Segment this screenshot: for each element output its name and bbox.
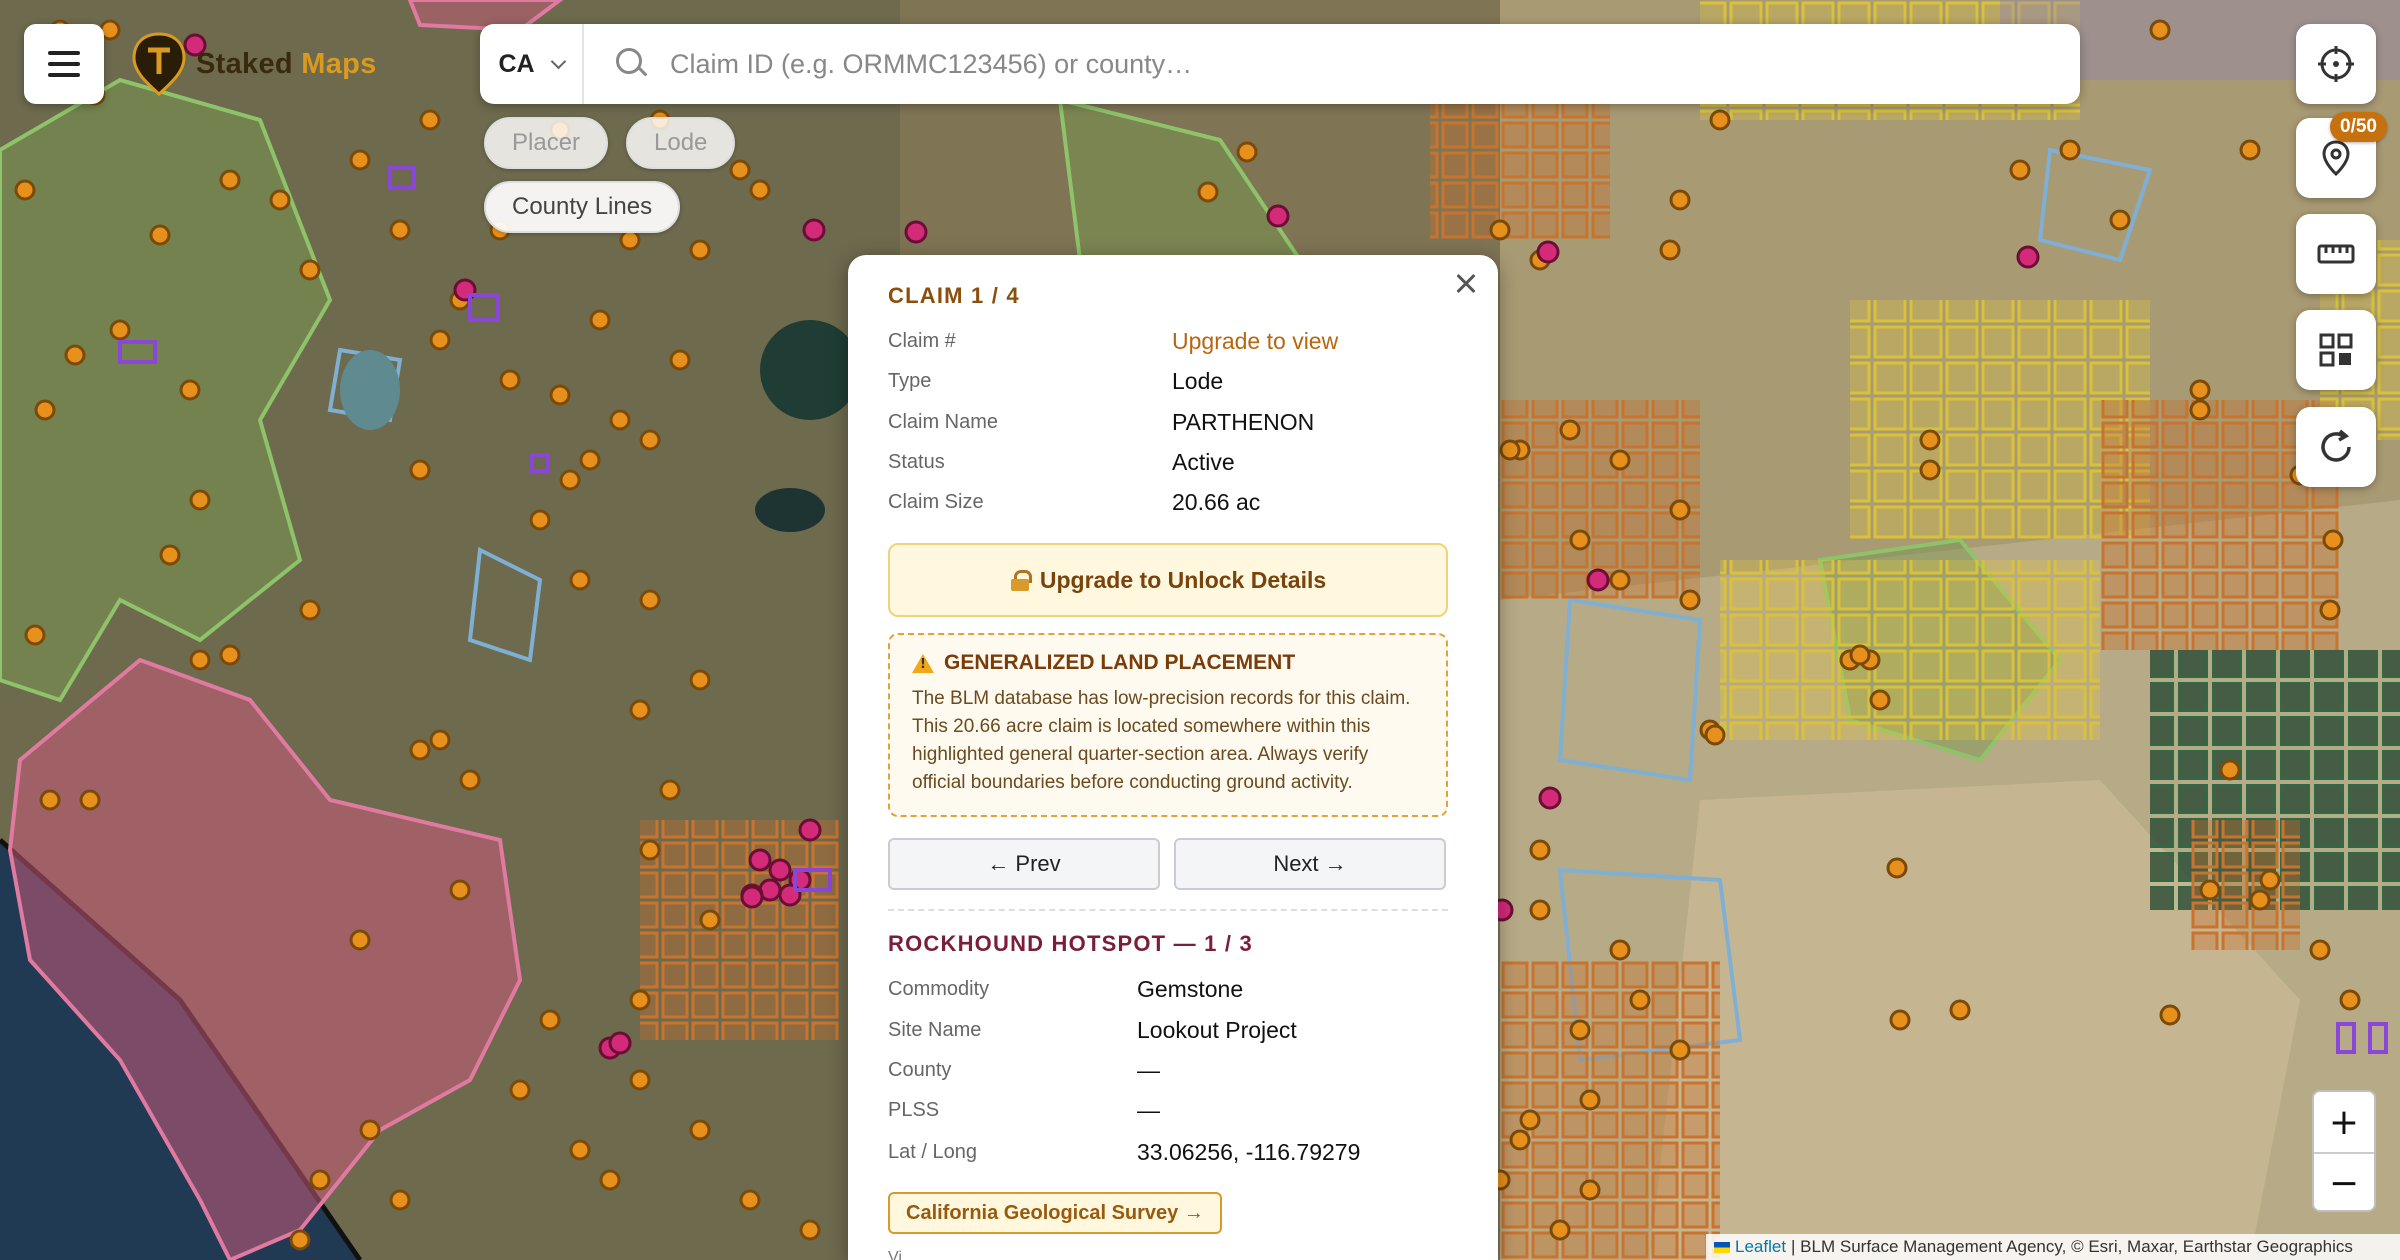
state-value: CA bbox=[498, 49, 535, 78]
claim-row-status: Status Active bbox=[888, 448, 1235, 475]
hotspot-row-commodity: Commodity Gemstone bbox=[888, 975, 1244, 1002]
hotspot-row-plss: PLSS — bbox=[888, 1096, 1160, 1123]
ukraine-flag-icon bbox=[1714, 1241, 1730, 1253]
map-pin-icon bbox=[2322, 140, 2350, 177]
refresh-icon bbox=[2321, 429, 2351, 462]
claim-row-name: Claim Name PARTHENON bbox=[888, 408, 1315, 435]
zoom-out-button[interactable]: − bbox=[2314, 1152, 2374, 1210]
placement-warning: GENERALIZED LAND PLACEMENT The BLM datab… bbox=[888, 633, 1448, 817]
hamburger-icon bbox=[48, 51, 80, 77]
filter-chip-placer[interactable]: Placer bbox=[484, 117, 609, 169]
warning-icon bbox=[912, 653, 934, 673]
ruler-icon bbox=[2317, 244, 2355, 264]
crosshair-icon bbox=[2318, 46, 2354, 82]
pins-count-badge: 0/50 bbox=[2330, 112, 2387, 142]
map-attribution: Leaflet | BLM Surface Management Agency,… bbox=[1706, 1234, 2400, 1260]
warning-text: The BLM database has low-precision recor… bbox=[912, 688, 1411, 793]
refresh-button[interactable] bbox=[2296, 407, 2376, 487]
leaflet-link[interactable]: Leaflet bbox=[1735, 1237, 1786, 1257]
brand-logo[interactable]: Staked Maps bbox=[132, 32, 377, 96]
state-selector[interactable]: CA bbox=[480, 24, 584, 104]
hotspot-footer-text: Vi... bbox=[888, 1249, 916, 1260]
claim-title: CLAIM 1 / 4 bbox=[888, 283, 1020, 308]
hotspot-title: ROCKHOUND HOTSPOT — 1 / 3 bbox=[888, 931, 1253, 956]
filter-chip-county-lines[interactable]: County Lines bbox=[484, 181, 681, 233]
next-button[interactable]: Next → bbox=[1174, 838, 1446, 890]
brand-name: Staked Maps bbox=[196, 47, 377, 80]
upgrade-to-view-link[interactable]: Upgrade to view bbox=[1172, 328, 1338, 355]
hotspot-row-latlong: Lat / Long 33.06256, -116.79279 bbox=[888, 1138, 1361, 1165]
zoom-in-button[interactable]: + bbox=[2314, 1092, 2374, 1152]
hotspot-row-site-name: Site Name Lookout Project bbox=[888, 1016, 1297, 1043]
close-icon[interactable] bbox=[1446, 263, 1486, 303]
locate-button[interactable] bbox=[2296, 24, 2376, 104]
section-divider bbox=[888, 909, 1448, 911]
prev-button[interactable]: ← Prev bbox=[888, 838, 1160, 890]
search-icon bbox=[604, 34, 664, 94]
grid-layers-icon bbox=[2319, 333, 2353, 367]
claim-row-size: Claim Size 20.66 ac bbox=[888, 488, 1261, 515]
shield-pin-logo-icon bbox=[132, 32, 186, 96]
search-bar: CA bbox=[480, 24, 2080, 104]
claim-popup: CLAIM 1 / 4 Claim # Upgrade to view Type… bbox=[848, 255, 1498, 1260]
claim-row-type: Type Lode bbox=[888, 367, 1224, 394]
measure-button[interactable] bbox=[2296, 214, 2376, 294]
chevron-down-icon bbox=[550, 53, 566, 69]
lock-icon bbox=[1010, 570, 1032, 591]
geological-survey-link[interactable]: California Geological Survey → bbox=[888, 1192, 1222, 1234]
filter-chip-lode[interactable]: Lode bbox=[626, 117, 736, 169]
hamburger-menu-button[interactable] bbox=[24, 24, 104, 104]
hotspot-row-county: County — bbox=[888, 1056, 1160, 1083]
claim-row-number: Claim # Upgrade to view bbox=[888, 327, 1339, 355]
layers-button[interactable] bbox=[2296, 310, 2376, 390]
search-input[interactable] bbox=[664, 24, 2080, 104]
zoom-control: + − bbox=[2312, 1090, 2376, 1212]
upgrade-unlock-button[interactable]: Upgrade to Unlock Details bbox=[888, 543, 1448, 617]
